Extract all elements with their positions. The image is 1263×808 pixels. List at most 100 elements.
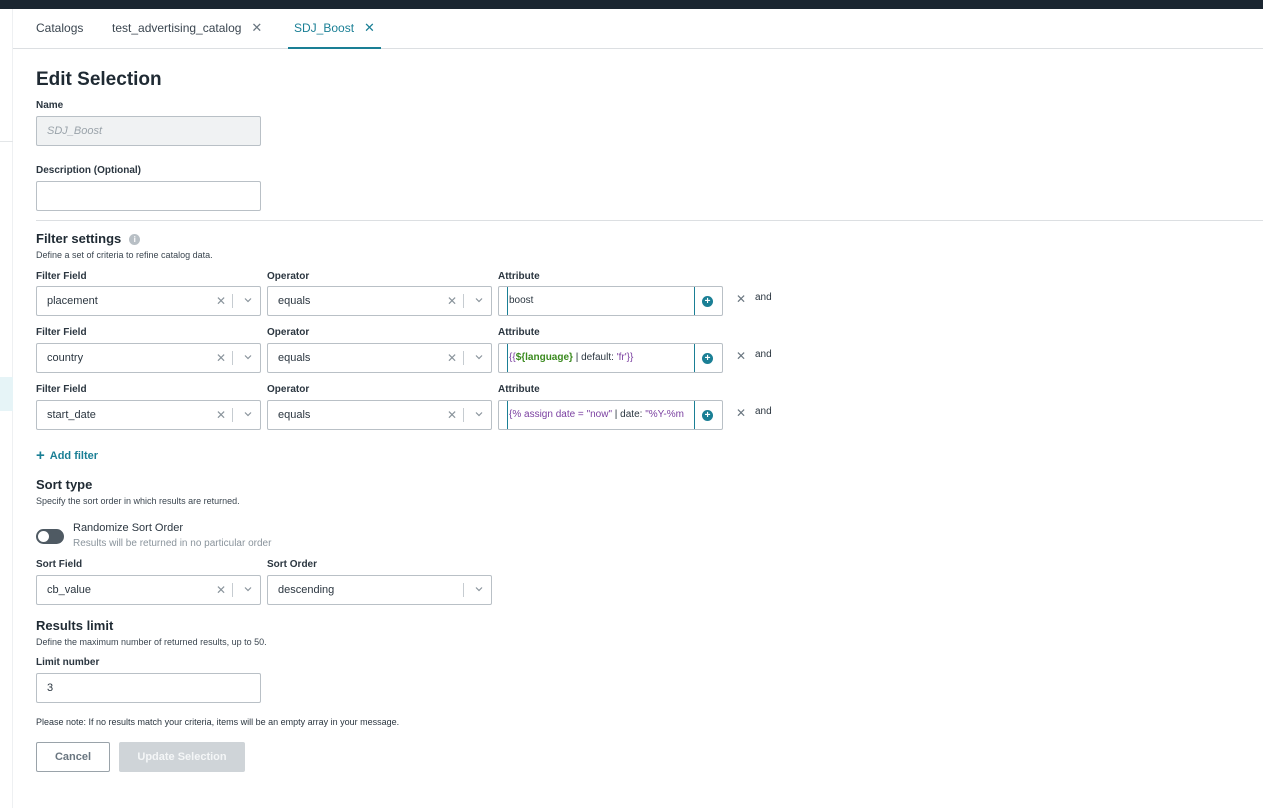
sort-field-select[interactable]: cb_value ✕ <box>36 575 261 605</box>
operator-select[interactable]: equals ✕ <box>267 286 492 316</box>
description-label: Description (Optional) <box>36 165 141 176</box>
chevron-down-icon[interactable] <box>244 296 252 304</box>
attribute-text-field[interactable]: boost <box>507 287 695 315</box>
clear-icon[interactable]: ✕ <box>447 401 457 429</box>
and-label: and <box>755 292 772 303</box>
select-separator <box>232 583 233 597</box>
plus-icon: + <box>36 447 45 464</box>
select-separator <box>463 351 464 365</box>
clear-icon[interactable]: ✕ <box>216 576 226 604</box>
results-limit-title: Results limit <box>36 618 114 633</box>
remove-filter-icon[interactable]: ✕ <box>736 292 746 306</box>
tab-catalogs[interactable]: Catalogs <box>36 9 83 49</box>
limit-number-field[interactable]: 3 <box>36 673 261 703</box>
attribute-value: boost <box>509 295 534 306</box>
tab-label: Catalogs <box>36 21 84 35</box>
description-field[interactable] <box>36 181 261 211</box>
clear-icon[interactable]: ✕ <box>216 344 226 372</box>
chevron-down-icon[interactable] <box>244 410 252 418</box>
top-app-bar <box>0 0 1263 9</box>
filter-field-label: Filter Field <box>36 271 87 282</box>
chevron-down-icon[interactable] <box>475 353 483 361</box>
select-separator <box>232 408 233 422</box>
liquid-open-braces: {{ <box>509 352 516 363</box>
add-personalization-icon[interactable]: + <box>702 296 713 307</box>
filter-field-select[interactable]: country ✕ <box>36 343 261 373</box>
liquid-variable: ${language} <box>515 352 573 363</box>
liquid-filter-text: | default: <box>572 352 617 363</box>
and-label: and <box>755 406 772 417</box>
attribute-text-field[interactable]: {{${language} | default: 'fr'}} <box>507 344 695 372</box>
operator-select[interactable]: equals ✕ <box>267 400 492 430</box>
name-label: Name <box>36 100 64 111</box>
select-separator <box>463 583 464 597</box>
randomize-sort-toggle[interactable] <box>36 529 64 544</box>
cancel-button[interactable]: Cancel <box>36 742 110 772</box>
filter-settings-title: Filter settings i <box>36 231 141 246</box>
select-separator <box>232 351 233 365</box>
operator-select[interactable]: equals ✕ <box>267 343 492 373</box>
chevron-down-icon[interactable] <box>475 585 483 593</box>
left-nav-edge <box>0 9 13 808</box>
tab-label: SDJ_Boost <box>294 21 355 35</box>
chevron-down-icon[interactable] <box>475 296 483 304</box>
add-personalization-icon[interactable]: + <box>702 410 713 421</box>
clear-icon[interactable]: ✕ <box>447 287 457 315</box>
toggle-knob <box>38 531 49 542</box>
chevron-down-icon[interactable] <box>475 410 483 418</box>
name-field: SDJ_Boost <box>36 116 261 146</box>
sort-type-description: Specify the sort order in which results … <box>36 496 240 506</box>
sort-type-title: Sort type <box>36 477 93 492</box>
liquid-tag-text: {% assign date = <box>509 409 587 420</box>
attribute-input[interactable]: {{${language} | default: 'fr'}} + <box>498 343 723 373</box>
sort-field-value: cb_value <box>47 584 92 596</box>
attribute-input[interactable]: boost + <box>498 286 723 316</box>
update-selection-button[interactable]: Update Selection <box>119 742 245 772</box>
filter-field-select[interactable]: placement ✕ <box>36 286 261 316</box>
close-icon[interactable]: ✕ <box>251 20 262 35</box>
tab-bar: Catalogs test_advertising_catalog ✕ SDJ_B… <box>13 9 1263 49</box>
add-filter-button[interactable]: + Add filter <box>36 447 98 464</box>
attribute-label: Attribute <box>498 327 540 338</box>
liquid-close-braces: }} <box>626 352 634 363</box>
clear-icon[interactable]: ✕ <box>216 401 226 429</box>
filter-field-select[interactable]: start_date ✕ <box>36 400 261 430</box>
empty-results-note: Please note: If no results match your cr… <box>36 717 400 727</box>
name-value: SDJ_Boost <box>47 125 103 137</box>
sort-order-label: Sort Order <box>267 559 318 570</box>
chevron-down-icon[interactable] <box>244 353 252 361</box>
remove-filter-icon[interactable]: ✕ <box>736 406 746 420</box>
sort-order-select[interactable]: descending <box>267 575 492 605</box>
sort-order-value: descending <box>278 584 335 596</box>
info-icon[interactable]: i <box>129 234 141 245</box>
clear-icon[interactable]: ✕ <box>447 344 457 372</box>
randomize-sort-label: Randomize Sort Order <box>73 522 184 534</box>
tab-sdj-boost[interactable]: SDJ_Boost ✕ <box>288 9 381 49</box>
attribute-text-field[interactable]: {% assign date = "now" | date: "%Y-%m <box>507 401 695 429</box>
remove-filter-icon[interactable]: ✕ <box>736 349 746 363</box>
close-icon[interactable]: ✕ <box>364 20 375 35</box>
left-nav-divider <box>0 141 13 142</box>
attribute-input[interactable]: {% assign date = "now" | date: "%Y-%m + <box>498 400 723 430</box>
limit-number-value: 3 <box>47 682 54 694</box>
chevron-down-icon[interactable] <box>244 585 252 593</box>
liquid-string: "now" <box>586 409 613 420</box>
liquid-filter-text: | date: <box>612 409 646 420</box>
filter-field-label: Filter Field <box>36 327 87 338</box>
left-nav-active-indicator[interactable] <box>0 377 13 411</box>
select-separator <box>232 294 233 308</box>
limit-number-label: Limit number <box>36 657 100 668</box>
clear-icon[interactable]: ✕ <box>216 287 226 315</box>
operator-value: equals <box>278 352 311 364</box>
page-title: Edit Selection <box>36 69 162 90</box>
filter-settings-description: Define a set of criteria to refine catal… <box>36 250 213 260</box>
tab-test-advertising-catalog[interactable]: test_advertising_catalog ✕ <box>112 9 262 49</box>
filter-field-value: start_date <box>47 409 96 421</box>
sort-field-label: Sort Field <box>36 559 83 570</box>
add-personalization-icon[interactable]: + <box>702 353 713 364</box>
attribute-label: Attribute <box>498 271 540 282</box>
select-separator <box>463 294 464 308</box>
operator-label: Operator <box>267 327 310 338</box>
and-label: and <box>755 349 772 360</box>
results-limit-description: Define the maximum number of returned re… <box>36 637 267 647</box>
